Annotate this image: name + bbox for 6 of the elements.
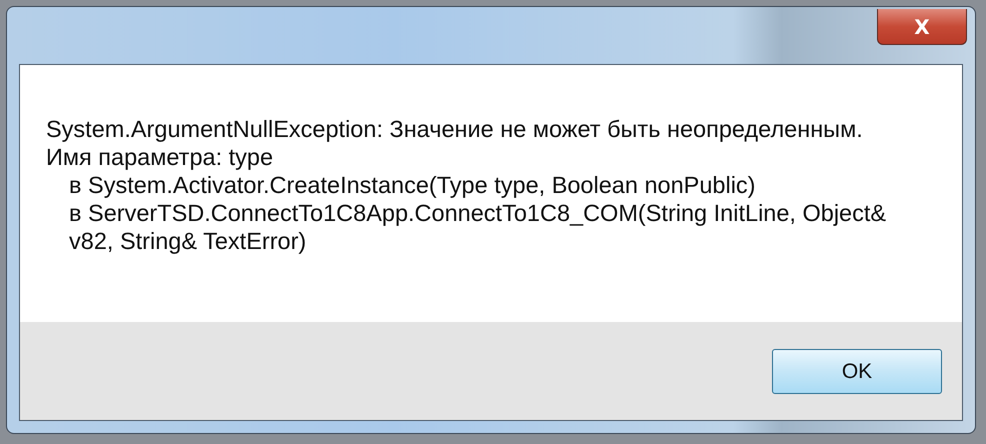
- message-text: в ServerTSD.ConnectTo1C8App.ConnectTo1C8_COM(String InitLine, Object& v82, String& TextError): [68, 199, 888, 255]
- close-button[interactable]: X: [877, 9, 967, 45]
- message-text: Имя параметра: type: [46, 143, 274, 171]
- message-text: в System.Activator.CreateInstance(Type type, Boolean nonPublic): [68, 171, 757, 199]
- message-text: System.ArgumentNullException: Значение не может быть неопределенным.: [46, 115, 864, 143]
- ok-button[interactable]: OK: [772, 349, 942, 394]
